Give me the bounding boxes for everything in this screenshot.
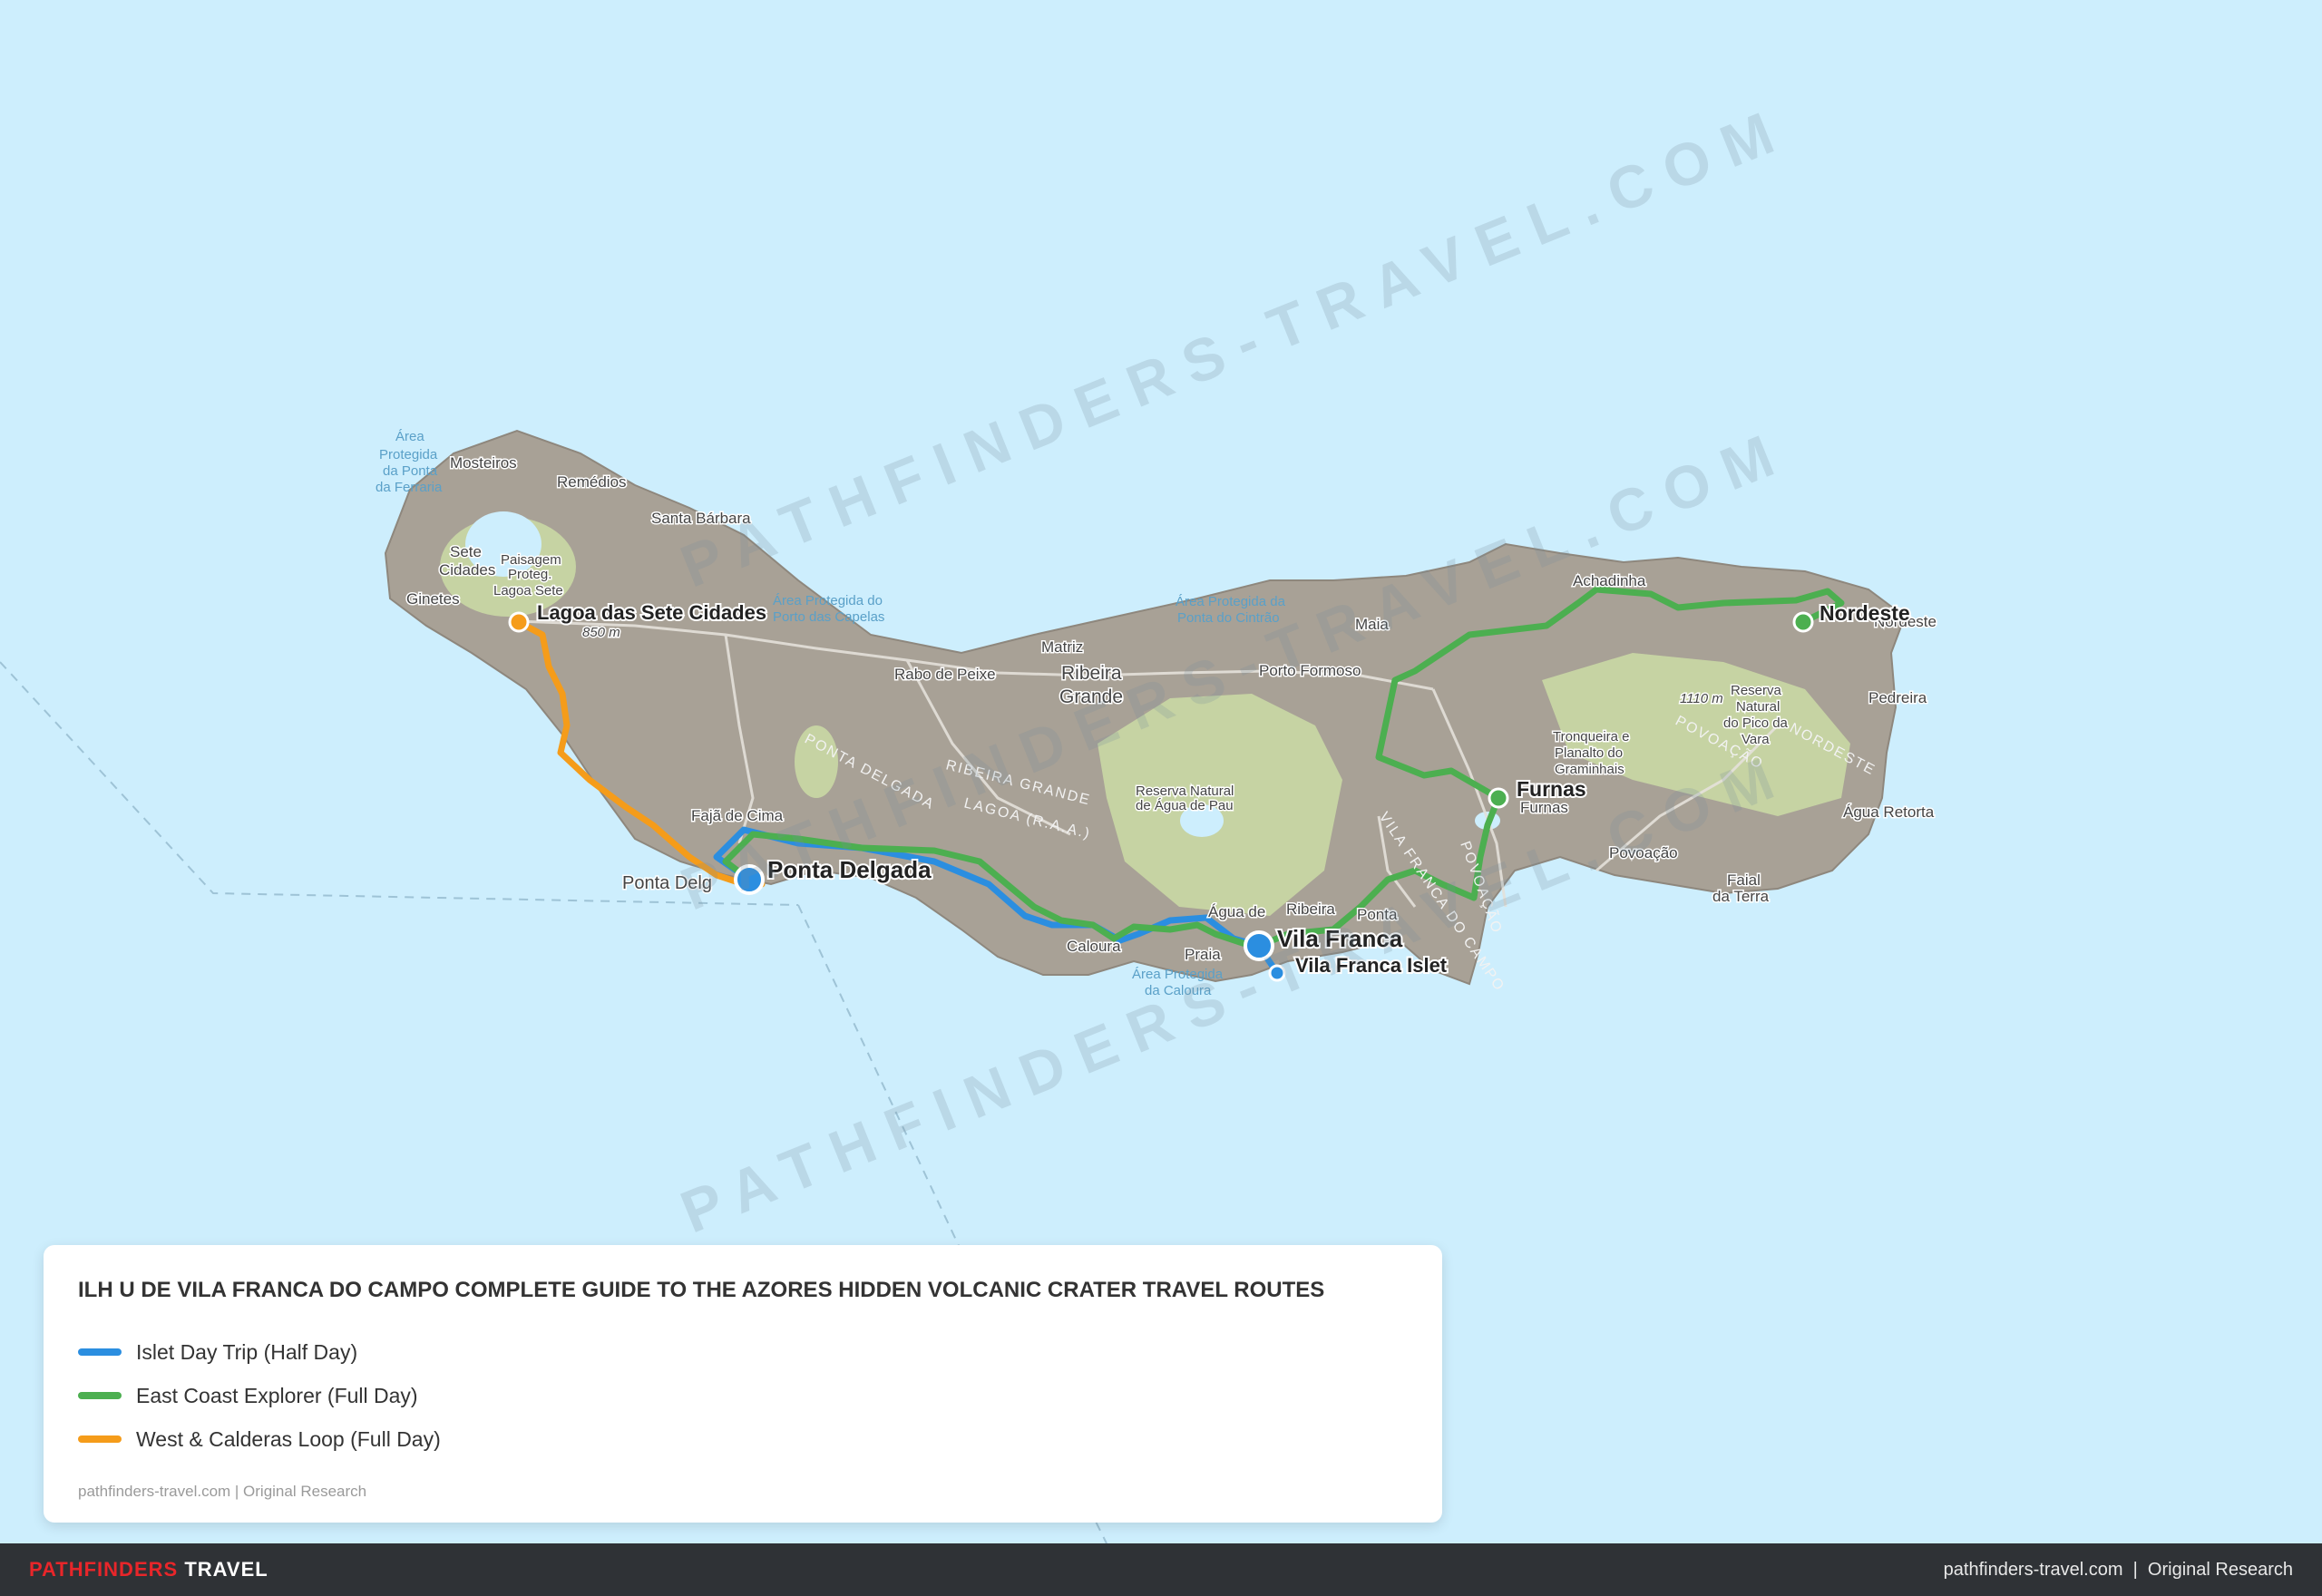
svg-text:850 m: 850 m: [582, 625, 620, 640]
svg-text:do Pico da: do Pico da: [1723, 715, 1789, 731]
label-lagoa-sete-cidades: Lagoa das Sete Cidades: [537, 601, 766, 624]
svg-text:da Terra: da Terra: [1712, 888, 1770, 905]
svg-text:Ginetes: Ginetes: [406, 590, 460, 608]
svg-text:Mosteiros: Mosteiros: [450, 454, 517, 472]
label-furnas: Furnas: [1517, 777, 1586, 801]
legend-swatch: [78, 1392, 122, 1399]
svg-text:Matriz: Matriz: [1041, 638, 1083, 656]
brand-logo[interactable]: PATHFINDERS TRAVEL: [29, 1558, 268, 1581]
svg-text:Pedreira: Pedreira: [1868, 689, 1927, 706]
svg-text:Achadinha: Achadinha: [1573, 572, 1646, 589]
legend-item-label: West & Calderas Loop (Full Day): [136, 1426, 441, 1451]
footer-bar: PATHFINDERS TRAVEL pathfinders-travel.co…: [0, 1543, 2322, 1596]
legend-credit: pathfinders-travel.com | Original Resear…: [78, 1483, 367, 1500]
svg-text:Paisagem: Paisagem: [501, 552, 561, 568]
svg-text:Sete: Sete: [450, 543, 482, 560]
svg-text:Graminhais: Graminhais: [1555, 762, 1624, 777]
svg-text:Porto das Capelas: Porto das Capelas: [773, 609, 884, 625]
svg-text:Praia: Praia: [1185, 946, 1221, 963]
svg-text:Reserva: Reserva: [1731, 683, 1782, 698]
legend-item-east-coast-explorer[interactable]: East Coast Explorer (Full Day): [78, 1374, 1408, 1417]
label-nordeste: Nordeste: [1820, 601, 1910, 625]
svg-text:Lagoa Sete: Lagoa Sete: [493, 583, 563, 598]
marker-nordeste: [1792, 611, 1814, 633]
brand-name-secondary: TRAVEL: [184, 1558, 268, 1581]
svg-text:Tronqueira e: Tronqueira e: [1553, 729, 1630, 744]
svg-text:Planalto do: Planalto do: [1555, 745, 1623, 761]
svg-text:Rabo de Peixe: Rabo de Peixe: [894, 666, 996, 683]
svg-text:1110 m: 1110 m: [1680, 691, 1723, 706]
svg-text:Proteg.: Proteg.: [508, 567, 551, 582]
svg-text:Área Protegida da: Área Protegida da: [1176, 594, 1286, 609]
brand-name-primary: PATHFINDERS: [29, 1558, 179, 1581]
svg-text:Protegida: Protegida: [379, 447, 438, 462]
legend-title: ILH U DE VILA FRANCA DO CAMPO COMPLETE G…: [78, 1278, 1325, 1302]
svg-text:da Ponta: da Ponta: [383, 463, 438, 479]
svg-text:Natural: Natural: [1736, 699, 1780, 715]
legend-swatch: [78, 1348, 122, 1356]
svg-text:de Água de Pau: de Água de Pau: [1136, 798, 1234, 813]
svg-text:Água Retorta: Água Retorta: [1843, 803, 1935, 821]
svg-text:Cidades: Cidades: [439, 561, 495, 579]
marker-lagoa-sete-cidades: [508, 611, 530, 633]
svg-text:Ribeira: Ribeira: [1286, 900, 1335, 918]
legend-swatch: [78, 1435, 122, 1443]
legend-item-label: East Coast Explorer (Full Day): [136, 1383, 418, 1407]
svg-text:Água de: Água de: [1208, 903, 1265, 920]
legend-item-islet-day-trip[interactable]: Islet Day Trip (Half Day): [78, 1330, 1408, 1374]
svg-text:Área Protegida do: Área Protegida do: [773, 593, 883, 608]
legend-panel: ILH U DE VILA FRANCA DO CAMPO COMPLETE G…: [44, 1245, 1442, 1523]
legend-item-label: Islet Day Trip (Half Day): [136, 1339, 358, 1364]
svg-text:Reserva Natural: Reserva Natural: [1136, 783, 1234, 799]
footer-credit: pathfinders-travel.com | Original Resear…: [1943, 1559, 2293, 1580]
svg-text:Caloura: Caloura: [1067, 938, 1121, 955]
svg-text:da Ferraria: da Ferraria: [376, 480, 443, 495]
svg-text:Remédios: Remédios: [557, 473, 627, 491]
svg-text:Furnas: Furnas: [1520, 799, 1568, 816]
marker-furnas: [1488, 787, 1509, 809]
svg-text:Área: Área: [395, 429, 424, 444]
legend-item-west-calderas-loop[interactable]: West & Calderas Loop (Full Day): [78, 1417, 1408, 1461]
svg-text:Faial: Faial: [1727, 871, 1761, 889]
